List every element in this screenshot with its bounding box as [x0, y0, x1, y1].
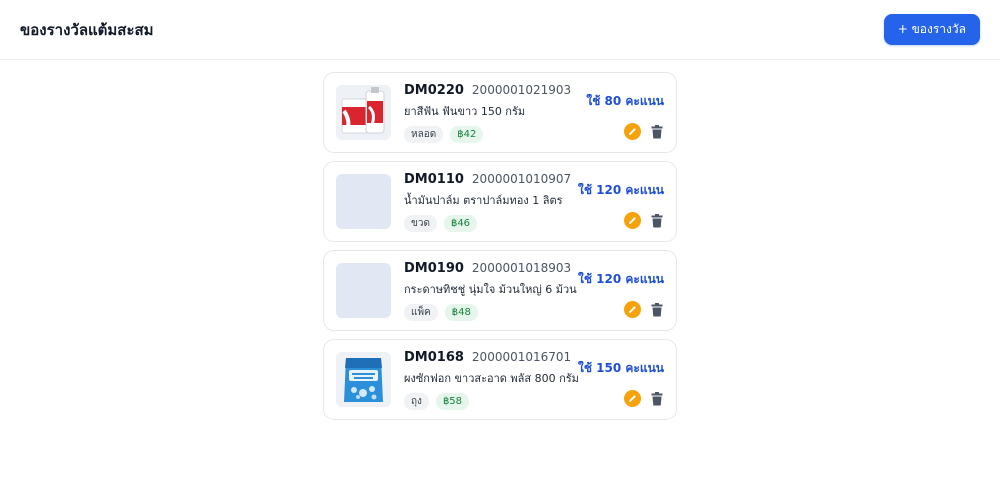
product-image-toothpaste: [336, 85, 391, 140]
points-cost: ใช้ 80 คะแนน: [586, 94, 664, 108]
product-image-detergent: [336, 352, 391, 407]
reward-barcode: 2000001018903: [471, 260, 572, 275]
pencil-icon[interactable]: [624, 301, 641, 318]
unit-badge: ขวด: [404, 214, 437, 232]
reward-code: DM0168: [404, 349, 464, 365]
trash-icon[interactable]: [649, 302, 664, 318]
points-cost: ใช้ 120 คะแนน: [577, 183, 664, 197]
reward-code: DM0110: [404, 171, 464, 187]
unit-badge: แพ็ค: [404, 303, 438, 321]
price-badge: ฿42: [450, 125, 484, 143]
unit-badge: หลอด: [404, 125, 444, 143]
price-badge: ฿46: [443, 214, 478, 232]
reward-card[interactable]: DM0220 2000001021903 ยาสีฟัน ฟันขาว 150 …: [323, 72, 677, 153]
top-bar: ของรางวัลแต้มสะสม + ของรางวัล: [0, 0, 1000, 60]
price-badge: ฿48: [444, 303, 478, 321]
pencil-icon[interactable]: [624, 390, 641, 407]
reward-code: DM0220: [404, 82, 464, 98]
page-title: ของรางวัลแต้มสะสม: [20, 20, 154, 39]
points-cost: ใช้ 120 คะแนน: [577, 272, 664, 286]
trash-icon[interactable]: [649, 213, 664, 229]
trash-icon[interactable]: [649, 124, 664, 140]
reward-list: DM0220 2000001021903 ยาสีฟัน ฟันขาว 150 …: [323, 72, 677, 428]
reward-card[interactable]: DM0190 2000001018903 กระดาษทิชชู่ นุ่มใจ…: [323, 250, 677, 331]
points-cost: ใช้ 150 คะแนน: [577, 361, 664, 375]
reward-card[interactable]: DM0110 2000001010907 น้ำมันปาล์ม ตราปาล์…: [323, 161, 677, 242]
reward-barcode: 2000001016701: [471, 349, 572, 364]
trash-icon[interactable]: [649, 391, 664, 407]
price-badge: ฿58: [435, 392, 470, 410]
reward-barcode: 2000001010907: [471, 171, 572, 186]
pencil-icon[interactable]: [624, 212, 641, 229]
reward-card[interactable]: DM0168 2000001016701 ผงซักฟอก ขาวสะอาด พ…: [323, 339, 677, 420]
unit-badge: ถุง: [404, 392, 429, 410]
pencil-icon[interactable]: [624, 123, 641, 140]
product-image-placeholder: [336, 174, 391, 229]
reward-code: DM0190: [404, 260, 464, 276]
add-reward-button[interactable]: + ของรางวัล: [883, 14, 980, 45]
product-image-placeholder: [336, 263, 391, 318]
reward-barcode: 2000001021903: [471, 82, 572, 97]
